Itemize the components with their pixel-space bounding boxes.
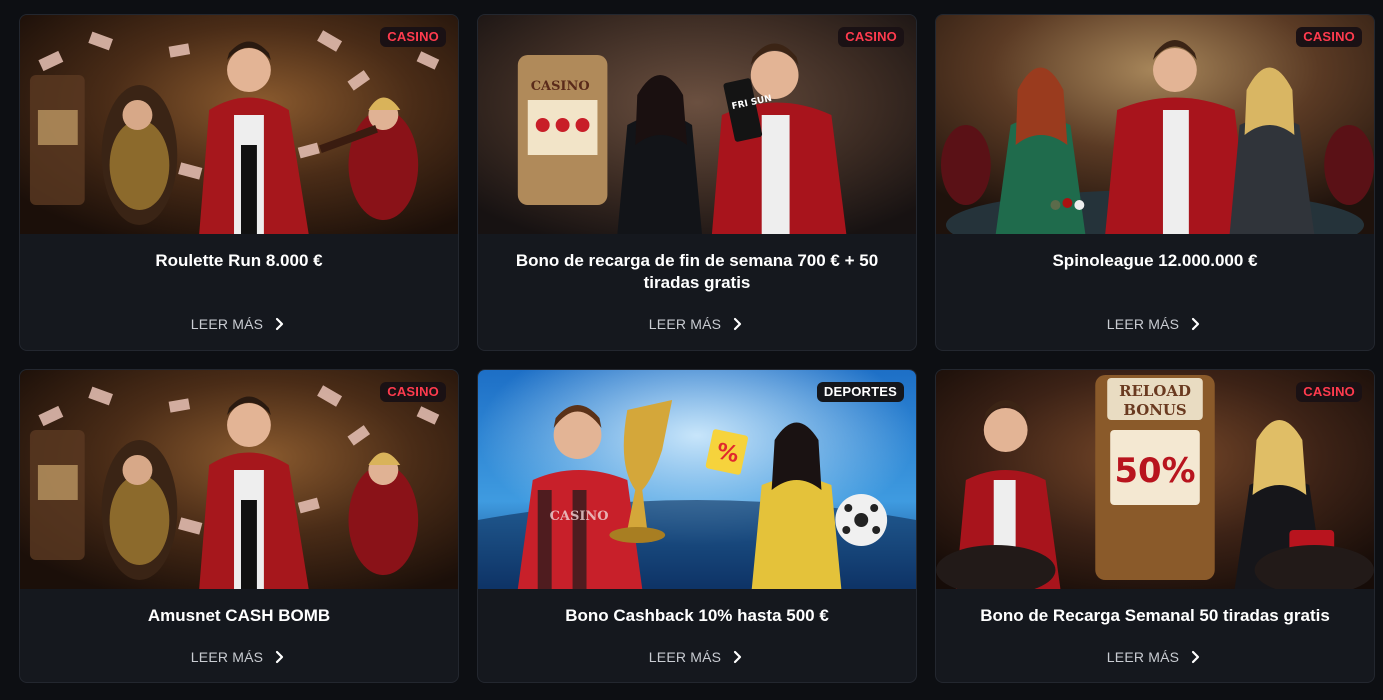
slot-header-line1: RELOAD bbox=[1119, 382, 1191, 400]
slot-percent: 50% bbox=[1115, 451, 1196, 490]
casino-couple-illustration: CASINO FRI SUN bbox=[478, 15, 916, 234]
read-more-label: LEER MÁS bbox=[1106, 316, 1180, 332]
casino-man-illustration bbox=[20, 15, 458, 234]
promo-card[interactable]: CASINO Roulette Run 8.000 € LEER MÁS bbox=[19, 14, 459, 351]
promo-body: Bono Cashback 10% hasta 500 € LEER MÁS bbox=[478, 589, 916, 682]
promo-image: CASINO bbox=[20, 370, 458, 589]
chevron-right-icon bbox=[1192, 317, 1200, 331]
promo-title: Spinoleague 12.000.000 € bbox=[1052, 251, 1258, 270]
category-badge: DEPORTES bbox=[816, 382, 904, 402]
promo-title: Bono Cashback 10% hasta 500 € bbox=[565, 606, 829, 625]
promo-body: Bono de Recarga Semanal 50 tiradas grati… bbox=[936, 589, 1374, 682]
poker-table-illustration bbox=[936, 15, 1374, 234]
promo-title: Bono de recarga de fin de semana 700 € +… bbox=[515, 251, 879, 292]
promo-body: Bono de recarga de fin de semana 700 € +… bbox=[478, 234, 916, 350]
read-more-label: LEER MÁS bbox=[190, 316, 264, 332]
promotions-grid: CASINO Roulette Run 8.000 € LEER MÁS CAS… bbox=[19, 14, 1375, 683]
read-more-label: LEER MÁS bbox=[1106, 649, 1180, 665]
promo-image: CASINO bbox=[936, 15, 1374, 234]
promo-image: CASINO % DEPORTES bbox=[478, 370, 916, 589]
promo-body: Spinoleague 12.000.000 € LEER MÁS bbox=[936, 234, 1374, 350]
promo-image: RELOAD BONUS 50% CASINO bbox=[936, 370, 1374, 589]
read-more-label: LEER MÁS bbox=[190, 649, 264, 665]
chevron-right-icon bbox=[276, 650, 284, 664]
read-more-link[interactable]: LEER MÁS bbox=[478, 649, 916, 665]
read-more-label: LEER MÁS bbox=[648, 649, 722, 665]
category-badge: CASINO bbox=[1296, 27, 1362, 47]
promo-image: CASINO bbox=[20, 15, 458, 234]
chevron-right-icon bbox=[734, 317, 742, 331]
promo-body: Amusnet CASH BOMB LEER MÁS bbox=[20, 589, 458, 682]
read-more-link[interactable]: LEER MÁS bbox=[20, 649, 458, 665]
read-more-label: LEER MÁS bbox=[648, 316, 722, 332]
promo-title: Bono de Recarga Semanal 50 tiradas grati… bbox=[980, 606, 1330, 625]
chevron-right-icon bbox=[734, 650, 742, 664]
promo-card[interactable]: RELOAD BONUS 50% CASINO Bono de Recarga … bbox=[935, 369, 1375, 683]
promo-image: CASINO FRI SUN CASINO bbox=[478, 15, 916, 234]
slot-sign-text: CASINO bbox=[531, 79, 590, 94]
casino-man-illustration bbox=[20, 370, 458, 589]
category-badge: CASINO bbox=[380, 27, 446, 47]
promo-card[interactable]: CASINO Spinoleague 12.000.000 € LEER MÁS bbox=[935, 14, 1375, 351]
promo-card[interactable]: CASINO FRI SUN CASINO Bono de recarga de… bbox=[477, 14, 917, 351]
reload-bonus-illustration: RELOAD BONUS 50% bbox=[936, 370, 1374, 589]
promo-card[interactable]: CASINO Amusnet CASH BOMB LEER MÁS bbox=[19, 369, 459, 683]
category-badge: CASINO bbox=[838, 27, 904, 47]
promo-body: Roulette Run 8.000 € LEER MÁS bbox=[20, 234, 458, 350]
chevron-right-icon bbox=[1192, 650, 1200, 664]
read-more-link[interactable]: LEER MÁS bbox=[936, 649, 1374, 665]
promo-title: Amusnet CASH BOMB bbox=[147, 606, 331, 625]
jersey-text: CASINO bbox=[550, 509, 609, 524]
read-more-link[interactable]: LEER MÁS bbox=[478, 316, 916, 332]
promo-title: Roulette Run 8.000 € bbox=[155, 251, 323, 270]
football-illustration: CASINO % bbox=[478, 370, 916, 589]
promo-card[interactable]: CASINO % DEPORTES Bono Cashback 10% hast… bbox=[477, 369, 917, 683]
read-more-link[interactable]: LEER MÁS bbox=[20, 316, 458, 332]
read-more-link[interactable]: LEER MÁS bbox=[936, 316, 1374, 332]
slot-header-line2: BONUS bbox=[1123, 401, 1186, 419]
category-badge: CASINO bbox=[1296, 382, 1362, 402]
chevron-right-icon bbox=[276, 317, 284, 331]
category-badge: CASINO bbox=[380, 382, 446, 402]
